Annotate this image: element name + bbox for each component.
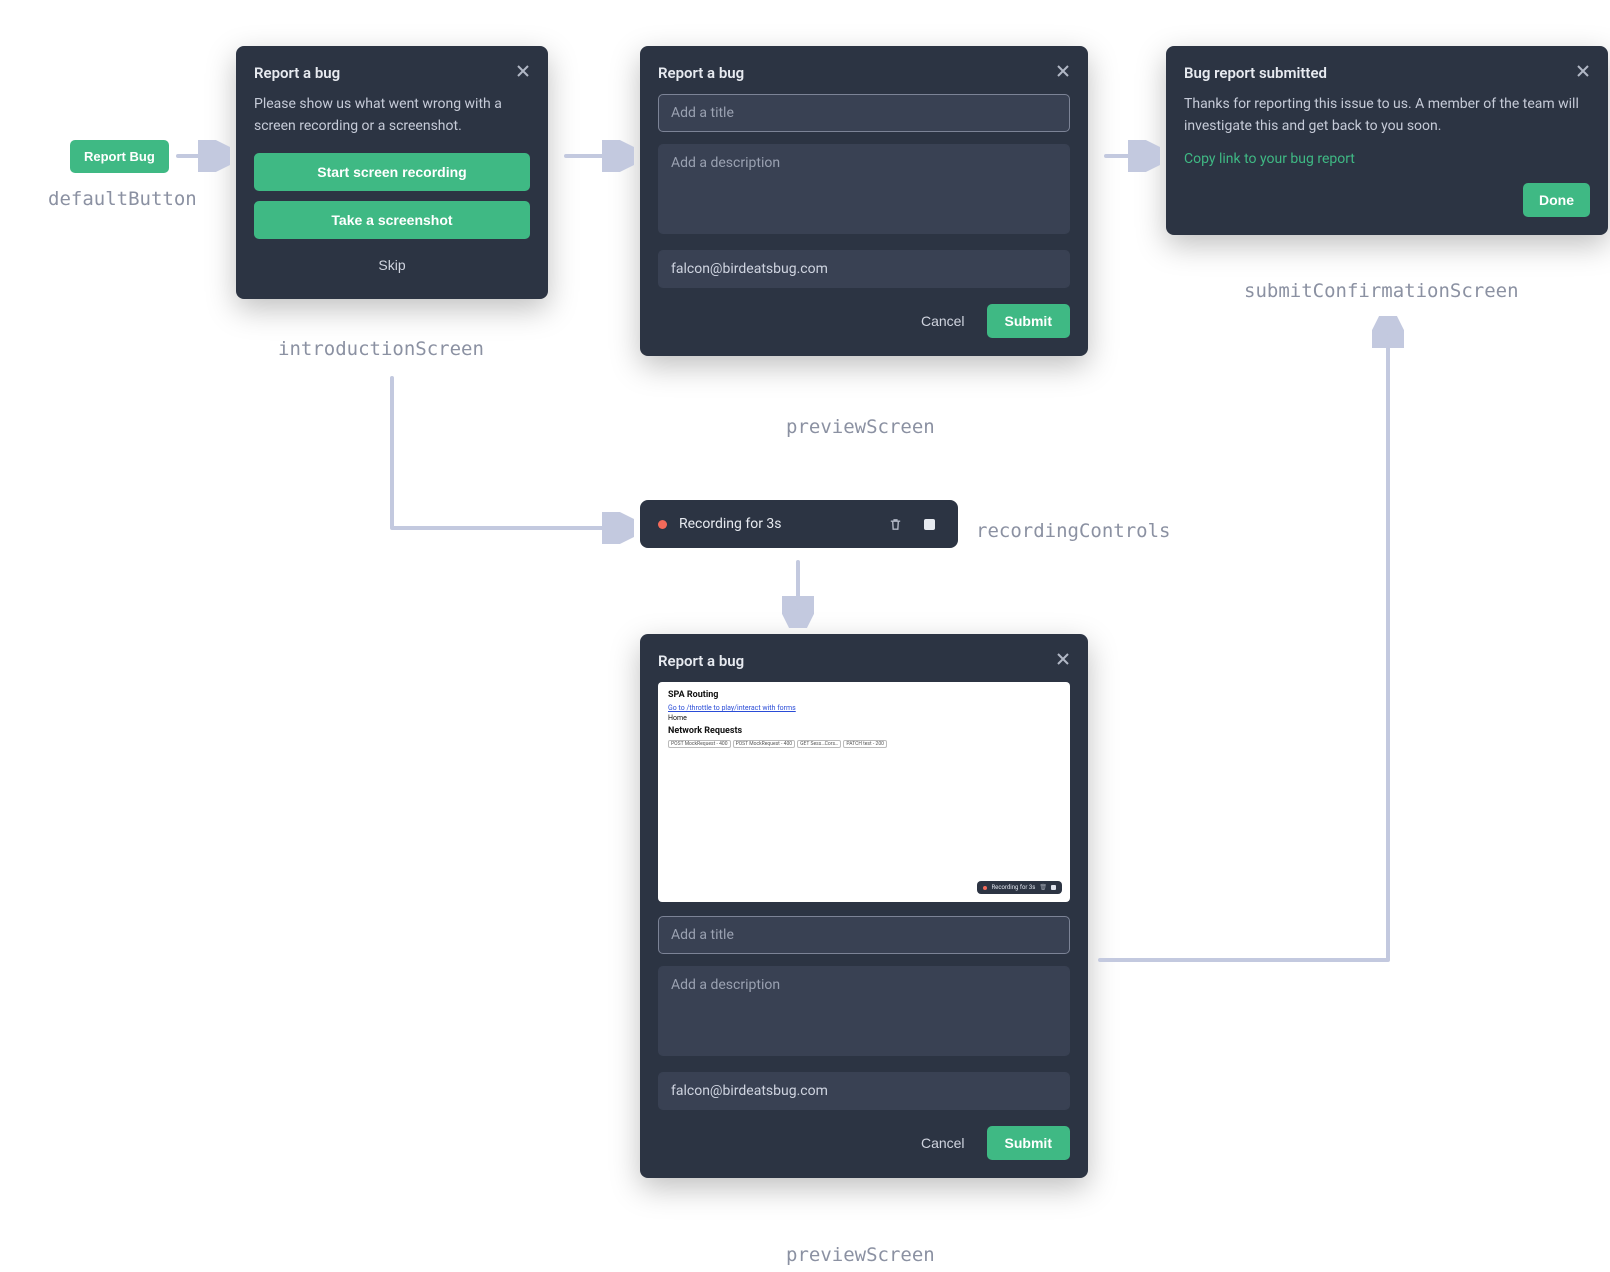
flow-arrows: [0, 0, 1610, 1272]
